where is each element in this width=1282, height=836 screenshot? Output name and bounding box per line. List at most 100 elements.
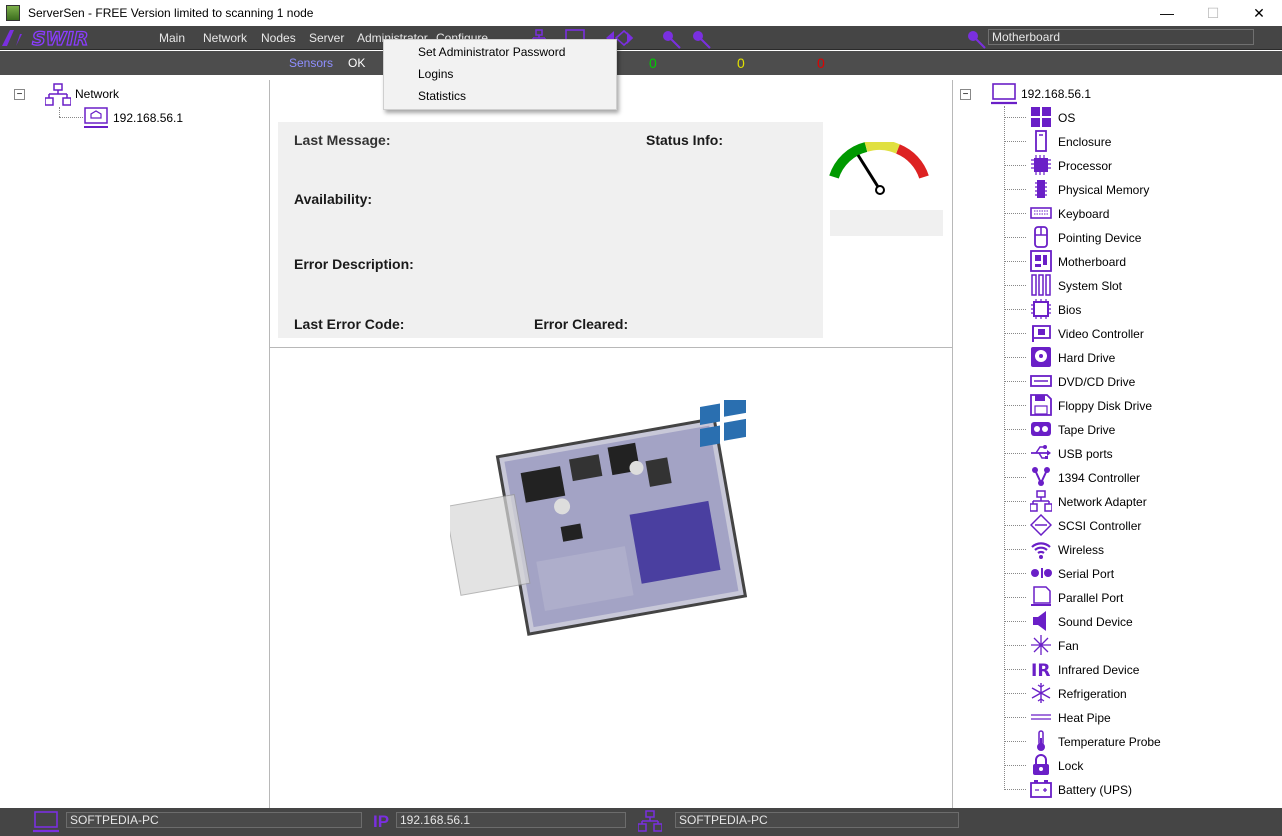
gauge-value-box bbox=[830, 210, 943, 236]
component-item-lock[interactable]: Lock bbox=[1058, 759, 1083, 773]
menu-main[interactable]: Main bbox=[159, 31, 185, 45]
components-collapse-toggle[interactable]: − bbox=[960, 89, 971, 100]
component-item-scsi[interactable]: SCSI Controller bbox=[1058, 519, 1141, 533]
tree-line bbox=[1004, 261, 1026, 262]
tree-line bbox=[1004, 357, 1026, 358]
last-error-code-label: Last Error Code: bbox=[294, 316, 405, 332]
search-probe-icon bbox=[968, 31, 986, 49]
heat-pipe-icon bbox=[1031, 714, 1051, 720]
component-item-infrared[interactable]: Infrared Device bbox=[1058, 663, 1139, 677]
component-item-video-controller[interactable]: Video Controller bbox=[1058, 327, 1144, 341]
component-item-keyboard[interactable]: Keyboard bbox=[1058, 207, 1109, 221]
dvd-drive-icon bbox=[1030, 375, 1052, 387]
hard-drive-icon bbox=[1031, 347, 1051, 367]
status-info-label: Status Info: bbox=[646, 132, 723, 148]
computer-node-icon bbox=[84, 107, 108, 128]
tree-collapse-toggle[interactable]: − bbox=[14, 89, 25, 100]
component-item-floppy[interactable]: Floppy Disk Drive bbox=[1058, 399, 1152, 413]
computer-node-icon bbox=[991, 83, 1017, 105]
usb-icon bbox=[1031, 445, 1051, 459]
tree-line bbox=[59, 107, 60, 117]
component-item-mouse[interactable]: Pointing Device bbox=[1058, 231, 1141, 245]
error-cleared-label: Error Cleared: bbox=[534, 316, 629, 332]
component-item-enclosure[interactable]: Enclosure bbox=[1058, 135, 1111, 149]
error-description-label: Error Description: bbox=[294, 256, 414, 272]
minimize-button[interactable]: — bbox=[1144, 0, 1190, 26]
components-root-ip[interactable]: 192.168.56.1 bbox=[1021, 87, 1091, 101]
menu-nodes[interactable]: Nodes bbox=[261, 31, 296, 45]
component-item-memory[interactable]: Physical Memory bbox=[1058, 183, 1149, 197]
sensor-bar bbox=[0, 51, 1282, 75]
tree-line bbox=[1004, 237, 1026, 238]
component-item-parallel-port[interactable]: Parallel Port bbox=[1058, 591, 1123, 605]
tree-line bbox=[1004, 213, 1026, 214]
window-title: ServerSen - FREE Version limited to scan… bbox=[28, 6, 314, 20]
menu-statistics[interactable]: Statistics bbox=[418, 89, 466, 103]
component-item-network-adapter[interactable]: Network Adapter bbox=[1058, 495, 1147, 509]
component-item-motherboard[interactable]: Motherboard bbox=[1058, 255, 1126, 269]
tree-line bbox=[1004, 333, 1026, 334]
infrared-icon: IR bbox=[1031, 661, 1050, 680]
menu-network[interactable]: Network bbox=[203, 31, 247, 45]
tree-line bbox=[1004, 405, 1026, 406]
component-item-dvd-drive[interactable]: DVD/CD Drive bbox=[1058, 375, 1135, 389]
parallel-port-icon bbox=[1031, 586, 1051, 606]
component-item-usb[interactable]: USB ports bbox=[1058, 447, 1113, 461]
sensor-ok-count: 0 bbox=[649, 55, 657, 71]
sensor-error-count: 0 bbox=[817, 55, 825, 71]
tree-line bbox=[1004, 621, 1026, 622]
speaker-icon bbox=[1033, 611, 1046, 631]
component-item-windows[interactable]: OS bbox=[1058, 111, 1075, 125]
component-item-thermometer[interactable]: Temperature Probe bbox=[1058, 735, 1161, 749]
network-adapter-icon bbox=[1030, 490, 1052, 512]
motherboard-icon bbox=[1030, 250, 1052, 272]
tree-line bbox=[1004, 573, 1026, 574]
app-icon bbox=[6, 5, 20, 21]
scsi-icon bbox=[1030, 514, 1052, 536]
status-info-box: Last Message: Status Info: Availability:… bbox=[278, 122, 823, 338]
search-input[interactable]: Motherboard bbox=[988, 29, 1254, 45]
svg-text:SWIR: SWIR bbox=[32, 28, 88, 50]
tree-root-network[interactable]: Network bbox=[75, 87, 119, 101]
probe-tool-2-icon[interactable] bbox=[690, 29, 712, 49]
tree-line bbox=[1004, 669, 1026, 670]
tree-node-ip[interactable]: 192.168.56.1 bbox=[113, 111, 183, 125]
menu-set-admin-password[interactable]: Set Administrator Password bbox=[418, 45, 565, 59]
component-item-system-slot[interactable]: System Slot bbox=[1058, 279, 1122, 293]
status-gauge bbox=[829, 142, 929, 195]
ip-label-icon: IP bbox=[373, 812, 390, 831]
system-slot-icon bbox=[1031, 274, 1051, 296]
component-item-firewire[interactable]: 1394 Controller bbox=[1058, 471, 1140, 485]
component-item-speaker[interactable]: Sound Device bbox=[1058, 615, 1133, 629]
maximize-button[interactable]: ☐ bbox=[1190, 0, 1236, 26]
memory-icon bbox=[1035, 180, 1047, 198]
menu-server[interactable]: Server bbox=[309, 31, 344, 45]
component-item-hard-drive[interactable]: Hard Drive bbox=[1058, 351, 1115, 365]
firewire-icon bbox=[1032, 467, 1050, 486]
mouse-icon bbox=[1034, 226, 1048, 248]
component-item-battery[interactable]: Battery (UPS) bbox=[1058, 783, 1132, 797]
component-item-snowflake[interactable]: Refrigeration bbox=[1058, 687, 1127, 701]
component-item-wireless[interactable]: Wireless bbox=[1058, 543, 1104, 557]
component-item-bios[interactable]: Bios bbox=[1058, 303, 1081, 317]
tree-line bbox=[1004, 453, 1026, 454]
component-item-processor[interactable]: Processor bbox=[1058, 159, 1112, 173]
enclosure-icon bbox=[1035, 130, 1047, 152]
sensors-label[interactable]: Sensors bbox=[289, 56, 333, 70]
tree-line bbox=[1004, 141, 1026, 142]
component-item-heat-pipe[interactable]: Heat Pipe bbox=[1058, 711, 1111, 725]
computer-name-field: SOFTPEDIA-PC bbox=[66, 812, 362, 828]
keyboard-icon bbox=[1030, 207, 1052, 219]
close-button[interactable]: ✕ bbox=[1236, 0, 1282, 26]
component-item-fan[interactable]: Fan bbox=[1058, 639, 1079, 653]
sensor-warning-count: 0 bbox=[737, 55, 745, 71]
domain-field: SOFTPEDIA-PC bbox=[675, 812, 959, 828]
component-item-serial-port[interactable]: Serial Port bbox=[1058, 567, 1114, 581]
tree-line bbox=[1004, 717, 1026, 718]
tree-line bbox=[1004, 693, 1026, 694]
snowflake-icon bbox=[1031, 683, 1051, 703]
tree-line bbox=[1004, 381, 1026, 382]
menu-logins[interactable]: Logins bbox=[418, 67, 453, 81]
component-item-tape-drive[interactable]: Tape Drive bbox=[1058, 423, 1115, 437]
probe-tool-icon[interactable] bbox=[660, 29, 682, 49]
